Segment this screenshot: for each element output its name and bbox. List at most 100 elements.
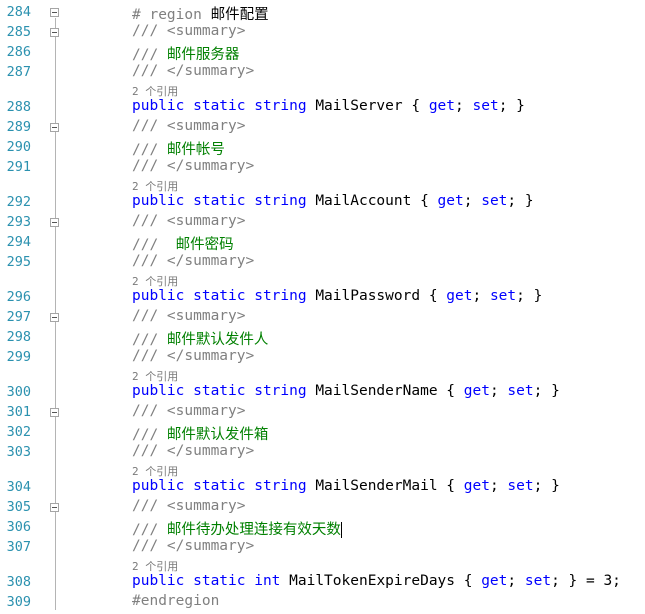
keyword-token: get: [428, 98, 456, 114]
code-text[interactable]: /// </summary>: [132, 158, 254, 174]
code-text[interactable]: /// 邮件密码: [132, 233, 234, 254]
line-number: 306: [6, 519, 31, 535]
codelens-references-link[interactable]: 2 个引用: [132, 558, 178, 574]
keyword-token: public static string: [132, 383, 316, 399]
code-text[interactable]: /// </summary>: [132, 443, 254, 459]
reference-count-row: 2 个引用: [0, 558, 645, 573]
line-number: 308: [6, 574, 31, 590]
line-number: 305: [6, 499, 31, 515]
code-text[interactable]: /// <summary>: [132, 213, 246, 229]
keyword-token: public static int: [132, 573, 290, 589]
reference-count-row: 2 个引用: [0, 273, 645, 288]
code-line: 299 /// </summary>: [0, 348, 645, 368]
code-text[interactable]: /// 邮件帐号: [132, 138, 225, 159]
code-text[interactable]: /// 邮件服务器: [132, 43, 239, 64]
code-text[interactable]: public static string MailPassword { get;…: [132, 288, 542, 304]
line-number: 292: [6, 194, 31, 210]
code-text[interactable]: public static string MailServer { get; s…: [132, 98, 525, 114]
code-text[interactable]: /// <summary>: [132, 23, 246, 39]
code-editor[interactable]: 284 # region 邮件配置 285 /// <summary> 286 /// 邮…: [0, 0, 645, 614]
code-token: ; }: [533, 383, 560, 399]
code-line: 287 /// </summary>: [0, 63, 645, 83]
code-text[interactable]: /// <summary>: [132, 403, 246, 419]
code-text[interactable]: /// <summary>: [132, 498, 246, 514]
line-number: 307: [6, 539, 31, 555]
code-token: ;: [463, 193, 482, 209]
code-token: MailAccount {: [315, 193, 438, 209]
keyword-token: set: [472, 98, 499, 114]
codelens-references-link[interactable]: 2 个引用: [132, 178, 178, 194]
xmldoc-token: /// <summary>: [132, 403, 246, 419]
line-number: 289: [6, 119, 31, 135]
keyword-token: set: [524, 573, 552, 589]
codelens-references-link[interactable]: 2 个引用: [132, 463, 178, 479]
code-text[interactable]: /// 邮件待办处理连接有效天数: [132, 518, 342, 539]
code-text[interactable]: /// <summary>: [132, 118, 246, 134]
code-line: 307 /// </summary>: [0, 538, 645, 558]
keyword-token: set: [489, 288, 517, 304]
codelens-references-link[interactable]: 2 个引用: [132, 273, 178, 289]
xmldoc-token: /// <summary>: [132, 213, 246, 229]
code-text[interactable]: /// </summary>: [132, 63, 254, 79]
code-text[interactable]: /// </summary>: [132, 253, 254, 269]
xmldoc-token: ///: [132, 237, 167, 253]
code-line: 292 public static string MailAccount { ge…: [0, 193, 645, 213]
code-line: 305 /// <summary>: [0, 498, 645, 518]
keyword-token: get: [463, 478, 490, 494]
line-number: 299: [6, 349, 31, 365]
xmldoc-token: /// </summary>: [132, 253, 255, 269]
directive-token: #endregion: [132, 593, 220, 609]
line-number: 285: [6, 24, 31, 40]
code-text[interactable]: # region 邮件配置: [132, 3, 269, 24]
xmldoc-token: ///: [132, 47, 167, 63]
code-text[interactable]: public static string MailSenderMail { ge…: [132, 478, 560, 494]
code-line: 284 # region 邮件配置: [0, 3, 645, 23]
keyword-token: public static string: [132, 193, 316, 209]
code-text[interactable]: /// </summary>: [132, 538, 254, 554]
line-number: 294: [6, 234, 31, 250]
xmldoc-token: /// <summary>: [132, 23, 246, 39]
line-number: 303: [6, 444, 31, 460]
line-number: 287: [6, 64, 31, 80]
codelens-references-link[interactable]: 2 个引用: [132, 83, 178, 99]
text-caret: [340, 522, 342, 538]
line-number: 293: [6, 214, 31, 230]
comment-token: 邮件默认发件人: [166, 332, 269, 348]
code-line: 303 /// </summary>: [0, 443, 645, 463]
xmldoc-token: /// <summary>: [132, 498, 246, 514]
line-number: 298: [6, 329, 31, 345]
keyword-token: public static string: [132, 478, 316, 494]
reference-count-row: 2 个引用: [0, 368, 645, 383]
keyword-token: get: [463, 383, 490, 399]
code-line: 298 /// 邮件默认发件人: [0, 328, 645, 348]
code-line: 289 /// <summary>: [0, 118, 645, 138]
keyword-token: public static string: [132, 98, 316, 114]
xmldoc-token: /// <summary>: [132, 308, 246, 324]
code-text[interactable]: public static string MailSenderName { ge…: [132, 383, 560, 399]
code-line: 304 public static string MailSenderMail {…: [0, 478, 645, 498]
code-text[interactable]: /// <summary>: [132, 308, 246, 324]
code-text[interactable]: /// 邮件默认发件箱: [132, 423, 268, 444]
code-text[interactable]: #endregion: [132, 593, 219, 609]
code-token: ;: [472, 288, 490, 304]
keyword-token: set: [481, 193, 508, 209]
code-token: ;: [455, 98, 473, 114]
line-number: 302: [6, 424, 31, 440]
code-token: ; } = 3;: [551, 573, 621, 589]
xmldoc-token: /// <summary>: [132, 118, 246, 134]
code-token: MailSenderMail {: [315, 478, 464, 494]
keyword-token: get: [481, 573, 508, 589]
code-text[interactable]: /// 邮件默认发件人: [132, 328, 268, 349]
keyword-token: get: [446, 288, 473, 304]
code-token: MailPassword {: [315, 288, 447, 304]
keyword-token: get: [437, 193, 464, 209]
comment-token: 邮件服务器: [166, 47, 240, 63]
code-token: ; }: [516, 288, 543, 304]
codelens-references-link[interactable]: 2 个引用: [132, 368, 178, 384]
code-text[interactable]: public static string MailAccount { get ; …: [132, 193, 534, 209]
code-text[interactable]: public static int MailTokenExpireDays { …: [132, 573, 621, 589]
reference-count-row: 2 个引用: [0, 463, 645, 478]
code-line: 306 /// 邮件待办处理连接有效天数: [0, 518, 645, 538]
code-text[interactable]: /// </summary>: [132, 348, 254, 364]
code-token: ;: [489, 383, 508, 399]
